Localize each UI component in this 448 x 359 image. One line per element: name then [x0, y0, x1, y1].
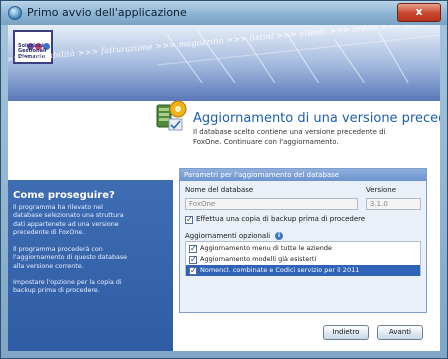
help-paragraph: Il programma procederà con l'aggiornamen…: [13, 246, 127, 270]
back-button[interactable]: Indietro: [323, 325, 369, 340]
list-item[interactable]: ✓ Aggiornamento menu di tutte le aziende: [186, 243, 420, 254]
optional-updates-label: Aggiornamenti opzionali: [185, 232, 271, 240]
option-label: Aggiornamento modelli già esisterti: [200, 255, 317, 263]
update-parameters-panel: Parametri per l'aggiornamento del databa…: [179, 168, 427, 313]
window-title: Primo avvio dell'applicazione: [27, 6, 187, 19]
optional-updates-list: ✓ Aggiornamento menu di tutte le aziende…: [185, 241, 421, 276]
help-panel: Come proseguire? Il programma ha rilevat…: [8, 180, 173, 351]
option-label: Aggiornamento menu di tutte le aziende: [200, 244, 332, 252]
list-item-selected[interactable]: ✓ Nomencl. combinate e Codici servizio p…: [186, 265, 420, 276]
version-field[interactable]: 3.1.0: [366, 198, 421, 210]
close-button[interactable]: x: [397, 3, 441, 22]
app-window: Primo avvio dell'applicazione x Soluzion…: [0, 0, 448, 359]
option-checkbox[interactable]: ✓: [189, 266, 197, 275]
db-name-label: Nome del database: [185, 186, 254, 194]
list-item[interactable]: ✓ Aggiornamento modelli già esisterti: [186, 254, 420, 265]
backup-checkbox[interactable]: ✓: [185, 216, 193, 224]
db-name-field[interactable]: FoxOne: [185, 198, 358, 210]
info-icon[interactable]: i: [275, 232, 283, 240]
option-checkbox[interactable]: ✓: [189, 244, 197, 253]
banner: Soluzioni Gestionali Diamante >>> contab…: [8, 25, 440, 101]
option-label: Nomencl. combinate e Codici servizio per…: [200, 266, 360, 274]
update-database-icon: [156, 100, 187, 131]
help-paragraph: Il programma ha rilevato nel database se…: [13, 204, 124, 237]
next-button[interactable]: Avanti: [377, 325, 423, 340]
app-icon: [8, 6, 22, 20]
help-title: Come proseguire?: [13, 190, 115, 201]
title-bar[interactable]: Primo avvio dell'applicazione x: [1, 1, 447, 25]
version-label: Versione: [366, 186, 397, 194]
page-subtitle: Il database scelto contiene una versione…: [193, 128, 386, 146]
page-title: Aggiornamento di una versione precedente: [193, 111, 440, 126]
dialog-client: Soluzioni Gestionali Diamante >>> contab…: [8, 25, 440, 351]
backup-label[interactable]: Effettua una copia di backup prima di pr…: [196, 215, 365, 223]
help-paragraph: Impostare l'opzione per la copia di back…: [13, 279, 122, 295]
params-header: Parametri per l'aggiornamento del databa…: [180, 169, 426, 181]
option-checkbox[interactable]: ✓: [189, 255, 197, 264]
